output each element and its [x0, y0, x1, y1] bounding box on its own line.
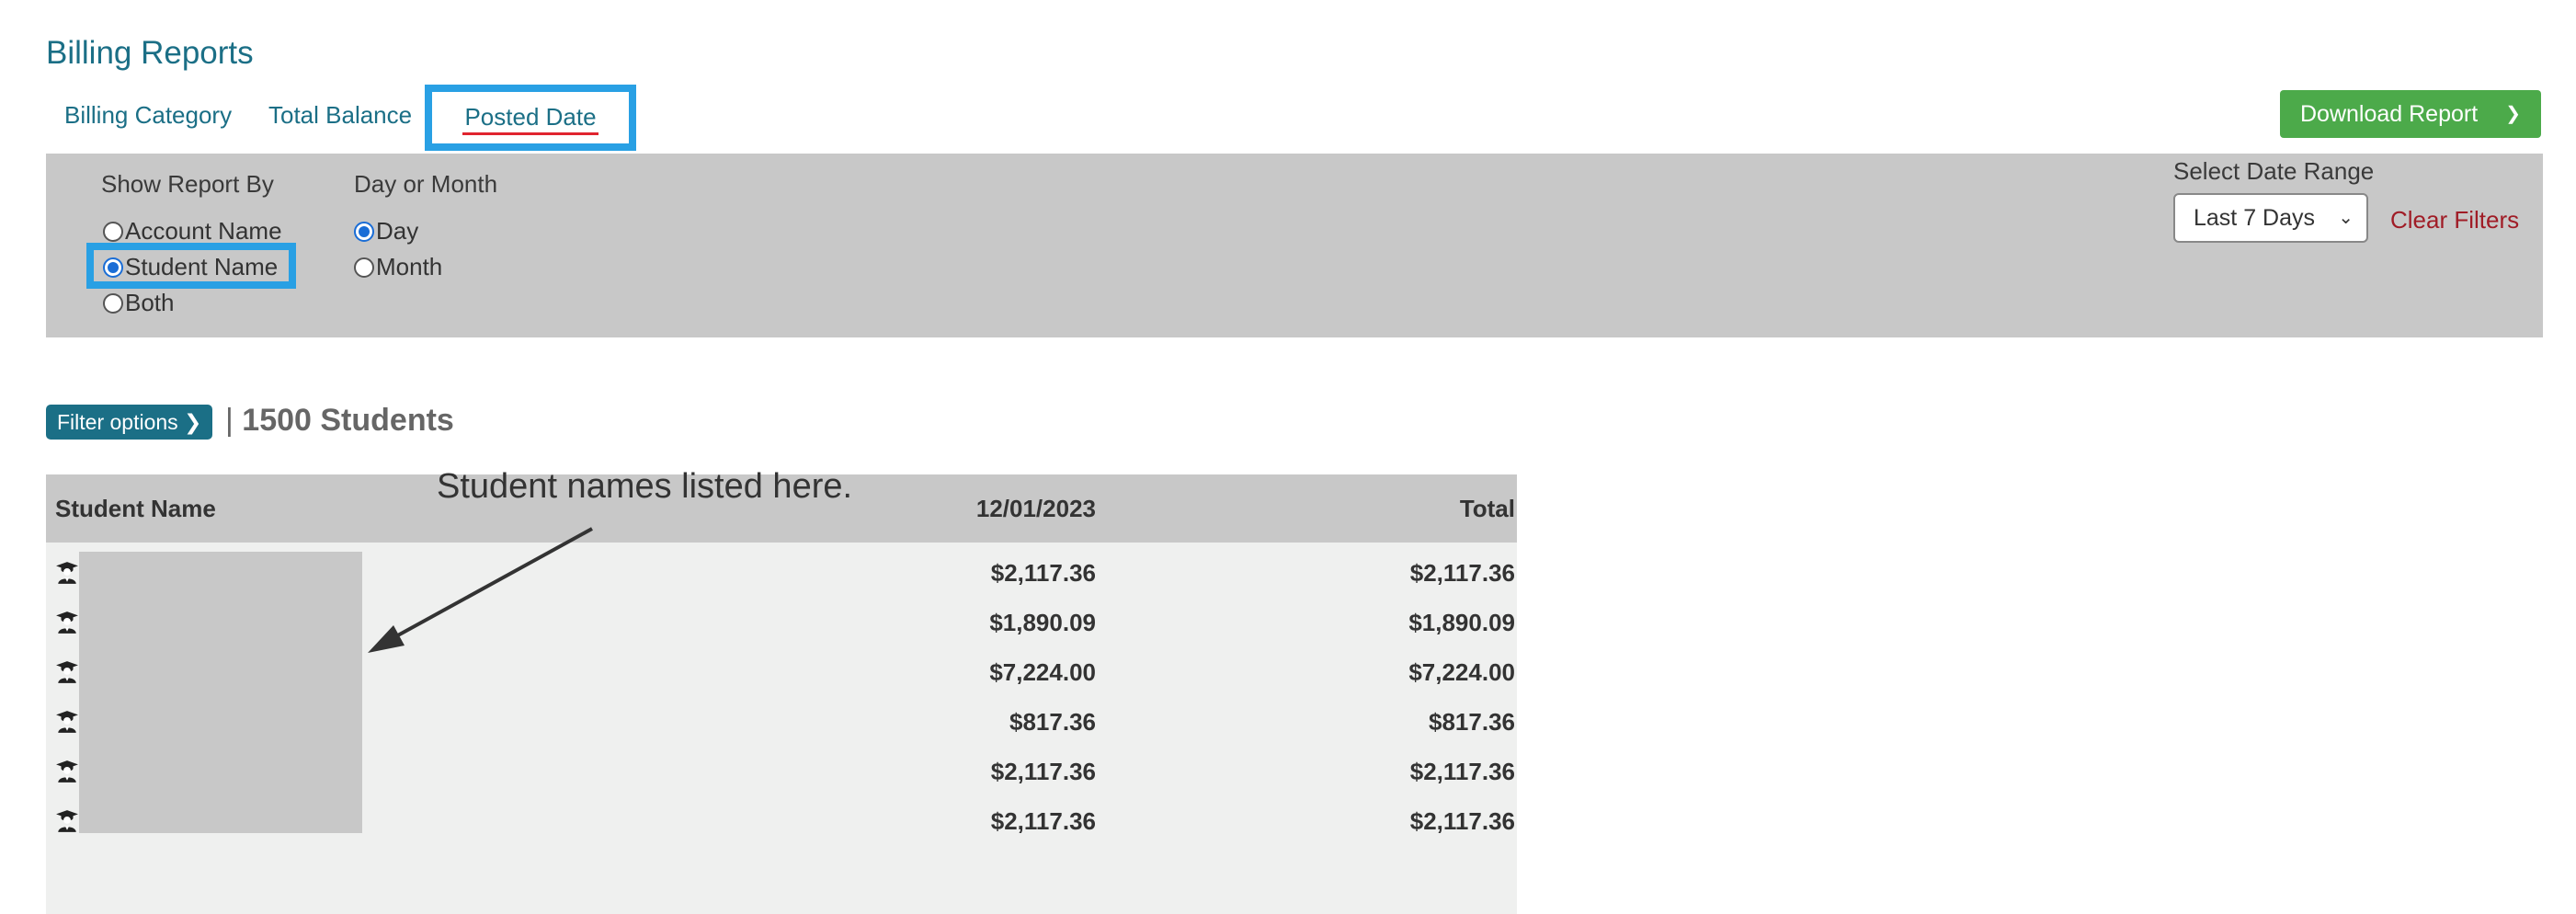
radio-month[interactable]: Month — [354, 250, 442, 283]
day-or-month-label: Day or Month — [354, 170, 498, 198]
student-icon[interactable] — [55, 660, 79, 684]
radio-both[interactable]: Both — [103, 286, 175, 319]
student-icon[interactable] — [55, 611, 79, 634]
table-row: $1,890.09 $1,890.09 — [46, 598, 1517, 647]
table-body: $2,117.36 $2,117.36 $1,890.09 $1,890.09 $7,2… — [46, 543, 1517, 914]
cell-total: $7,224.00 — [1408, 658, 1515, 686]
table-row: $2,117.36 $2,117.36 — [46, 747, 1517, 796]
cell-date-value: $2,117.36 — [990, 758, 1096, 785]
radio-label: Day — [376, 217, 419, 245]
date-range-value: Last 7 Days — [2194, 205, 2316, 231]
student-icon[interactable] — [55, 760, 79, 783]
student-count: | 1500 Students — [225, 403, 454, 439]
radio-label: Month — [376, 253, 443, 280]
student-icon[interactable] — [55, 809, 79, 833]
filter-options-button[interactable]: Filter options ❯ — [46, 405, 213, 440]
clear-filters-link[interactable]: Clear Filters — [2390, 206, 2519, 234]
tab-posted-date-label: Posted Date — [462, 101, 598, 135]
table-row: $7,224.00 $7,224.00 — [46, 647, 1517, 697]
radio-button[interactable] — [354, 257, 374, 278]
download-report-label: Download Report — [2300, 101, 2479, 127]
table-row: $817.36 $817.36 — [46, 697, 1517, 747]
cell-total: $817.36 — [1429, 708, 1515, 736]
cell-total: $2,117.36 — [1409, 559, 1515, 587]
chevron-down-icon: ❯ — [2505, 104, 2521, 124]
column-header-student-name[interactable]: Student Name — [55, 474, 216, 543]
radio-label: Account Name — [125, 217, 282, 245]
page-title: Billing Reports — [46, 35, 254, 71]
student-icon[interactable] — [55, 710, 79, 734]
tab-posted-date[interactable]: Posted Date — [425, 85, 636, 151]
column-header-total[interactable]: Total — [1460, 474, 1515, 543]
cell-total: $1,890.09 — [1408, 609, 1515, 636]
table-row: $2,117.36 $2,117.36 — [46, 548, 1517, 598]
cell-date-value: $817.36 — [1009, 708, 1096, 736]
radio-day[interactable]: Day — [354, 214, 418, 247]
chevron-right-icon: ❯ — [184, 410, 202, 434]
cell-total: $2,117.36 — [1409, 807, 1515, 835]
student-icon[interactable] — [55, 561, 79, 585]
count-separator: | — [225, 403, 234, 438]
cell-date-value: $2,117.36 — [990, 559, 1096, 587]
radio-button[interactable] — [103, 293, 123, 314]
date-range-label: Select Date Range — [2173, 157, 2375, 185]
tab-total-balance[interactable]: Total Balance — [268, 85, 412, 151]
radio-button[interactable] — [103, 222, 123, 242]
cell-date-value: $2,117.36 — [990, 807, 1096, 835]
highlight-box — [86, 243, 296, 289]
annotation-text: Student names listed here. — [437, 467, 853, 506]
radio-button[interactable] — [354, 222, 374, 242]
column-header-date[interactable]: 12/01/2023 — [976, 474, 1096, 543]
cell-date-value: $1,890.09 — [989, 609, 1096, 636]
download-report-button[interactable]: Download Report ❯ — [2280, 90, 2541, 138]
tab-billing-category[interactable]: Billing Category — [64, 85, 232, 151]
cell-total: $2,117.36 — [1409, 758, 1515, 785]
chevron-down-icon: ⌄ — [2338, 208, 2354, 228]
show-report-by-label: Show Report By — [101, 170, 274, 198]
cell-date-value: $7,224.00 — [989, 658, 1096, 686]
report-table: Student Name 12/01/2023 Total $2,117.36 $… — [46, 474, 1517, 914]
date-range-select[interactable]: Last 7 Days ⌄ — [2173, 193, 2368, 243]
radio-label: Both — [125, 289, 175, 316]
filter-options-label: Filter options — [57, 410, 178, 434]
table-row: $2,117.36 $2,117.36 — [46, 796, 1517, 846]
count-text: 1500 Students — [242, 403, 454, 438]
filter-panel: Show Report By Account Name Student Name… — [46, 154, 2543, 337]
